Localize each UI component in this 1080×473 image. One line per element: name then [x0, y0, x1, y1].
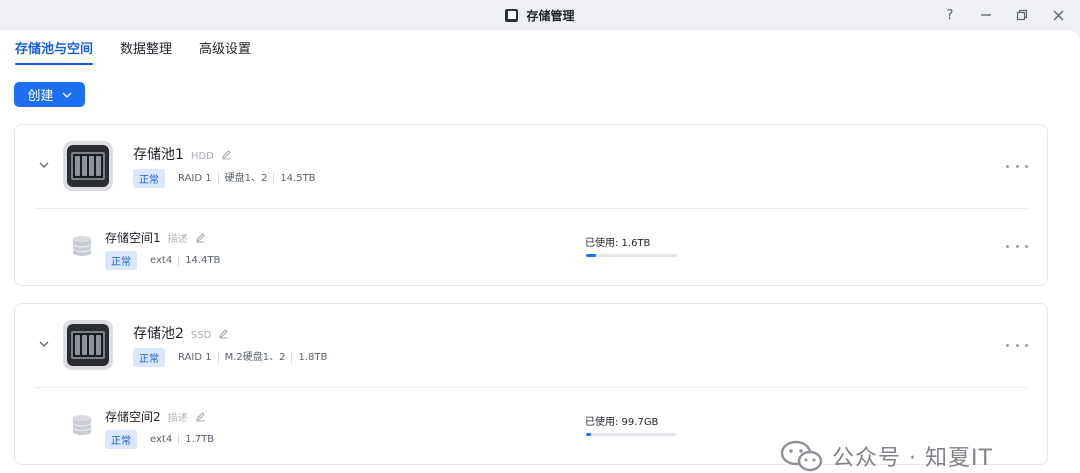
create-button-label: 创建: [27, 89, 54, 104]
edit-pencil-icon[interactable]: [218, 328, 229, 339]
nas-pool-icon: [63, 320, 113, 370]
watermark: 公众号 · 知夏IT: [780, 439, 993, 473]
status-badge: 正常: [133, 169, 165, 188]
close-button[interactable]: [1050, 7, 1066, 23]
main-panel: 存储池与空间 数据整理 高级设置 创建 存储池1 HDD 正常 RAID 1 硬…: [0, 30, 1080, 473]
space-meta-row: 正常 ext4 14.4TB: [105, 251, 226, 270]
space-filesystem: ext4: [150, 434, 173, 445]
space-name-row: 存储空间2 描述: [105, 408, 206, 425]
space-meta-row: 正常 ext4 1.7TB: [105, 430, 220, 449]
pool-more-menu-icon[interactable]: [1006, 340, 1028, 350]
divider: [35, 208, 1027, 209]
watermark-text: 公众号 · 知夏IT: [832, 446, 993, 471]
space-description: 描述: [167, 413, 188, 424]
status-badge: 正常: [105, 251, 137, 270]
space-more-menu-icon[interactable]: [1006, 241, 1028, 251]
collapse-chevron-icon[interactable]: [37, 158, 51, 172]
edit-pencil-icon[interactable]: [195, 411, 206, 422]
pool-raid: RAID 1: [178, 352, 212, 363]
database-icon: [72, 236, 92, 256]
space-title: 存储空间1: [105, 231, 161, 245]
space-title: 存储空间2: [105, 410, 161, 424]
space-capacity: 14.4TB: [178, 255, 226, 266]
usage-progress-fill: [586, 254, 596, 257]
wechat-icon: [780, 440, 823, 472]
usage-progress-bar: [586, 254, 677, 257]
window-title: 存储管理: [505, 7, 575, 24]
pool-media-type: SSD: [190, 330, 212, 341]
create-button[interactable]: 创建: [14, 82, 85, 107]
usage-progress-bar: [586, 433, 677, 436]
restore-icon: [1016, 9, 1028, 21]
restore-button[interactable]: [1014, 7, 1030, 23]
divider: [35, 387, 1027, 388]
pool-more-menu-icon[interactable]: [1006, 161, 1028, 171]
pool-capacity: 14.5TB: [273, 173, 321, 184]
pool-name-row: 存储池1 HDD: [133, 144, 232, 164]
storage-pool-card: 存储池1 HDD 正常 RAID 1 硬盘1、2 14.5TB 存储空间1 描述…: [14, 124, 1048, 286]
pool-title: 存储池1: [133, 147, 184, 163]
pool-meta-row: 正常 RAID 1 M.2硬盘1、2 1.8TB: [133, 348, 333, 367]
pool-raid: RAID 1: [178, 173, 212, 184]
window-title-text: 存储管理: [526, 8, 575, 23]
status-badge: 正常: [133, 348, 165, 367]
chevron-down-icon: [62, 92, 71, 98]
edit-pencil-icon[interactable]: [221, 149, 232, 160]
tab-data-organize[interactable]: 数据整理: [120, 38, 172, 65]
database-icon: [72, 415, 92, 435]
tab-pools-and-spaces[interactable]: 存储池与空间: [15, 38, 94, 65]
collapse-chevron-icon[interactable]: [37, 337, 51, 351]
pool-disks: M.2硬盘1、2: [217, 352, 292, 363]
window-controls: ?: [942, 0, 1066, 30]
pool-title: 存储池2: [133, 326, 184, 342]
status-badge: 正常: [105, 430, 137, 449]
space-capacity: 1.7TB: [178, 434, 220, 445]
space-filesystem: ext4: [150, 255, 173, 266]
pool-media-type: HDD: [190, 151, 214, 162]
tab-bar: 存储池与空间 数据整理 高级设置: [15, 38, 251, 65]
pool-capacity: 1.8TB: [291, 352, 333, 363]
tab-advanced-settings[interactable]: 高级设置: [199, 38, 251, 65]
space-name-row: 存储空间1 描述: [105, 229, 206, 246]
space-used-label: 已使用: 1.6TB: [585, 238, 651, 249]
pool-disks: 硬盘1、2: [217, 173, 274, 184]
pool-name-row: 存储池2 SSD: [133, 323, 229, 343]
minimize-button[interactable]: [978, 7, 994, 23]
usage-progress-fill: [586, 433, 591, 436]
storage-manager-icon: [505, 8, 519, 22]
edit-pencil-icon[interactable]: [195, 232, 206, 243]
title-bar: 存储管理 ?: [0, 0, 1080, 30]
space-used-label: 已使用: 99.7GB: [585, 417, 659, 428]
close-icon: [1053, 10, 1063, 20]
help-button[interactable]: ?: [942, 7, 958, 23]
pool-meta-row: 正常 RAID 1 硬盘1、2 14.5TB: [133, 169, 322, 188]
space-description: 描述: [167, 234, 188, 245]
nas-pool-icon: [63, 141, 113, 191]
minimize-icon: [981, 14, 991, 16]
